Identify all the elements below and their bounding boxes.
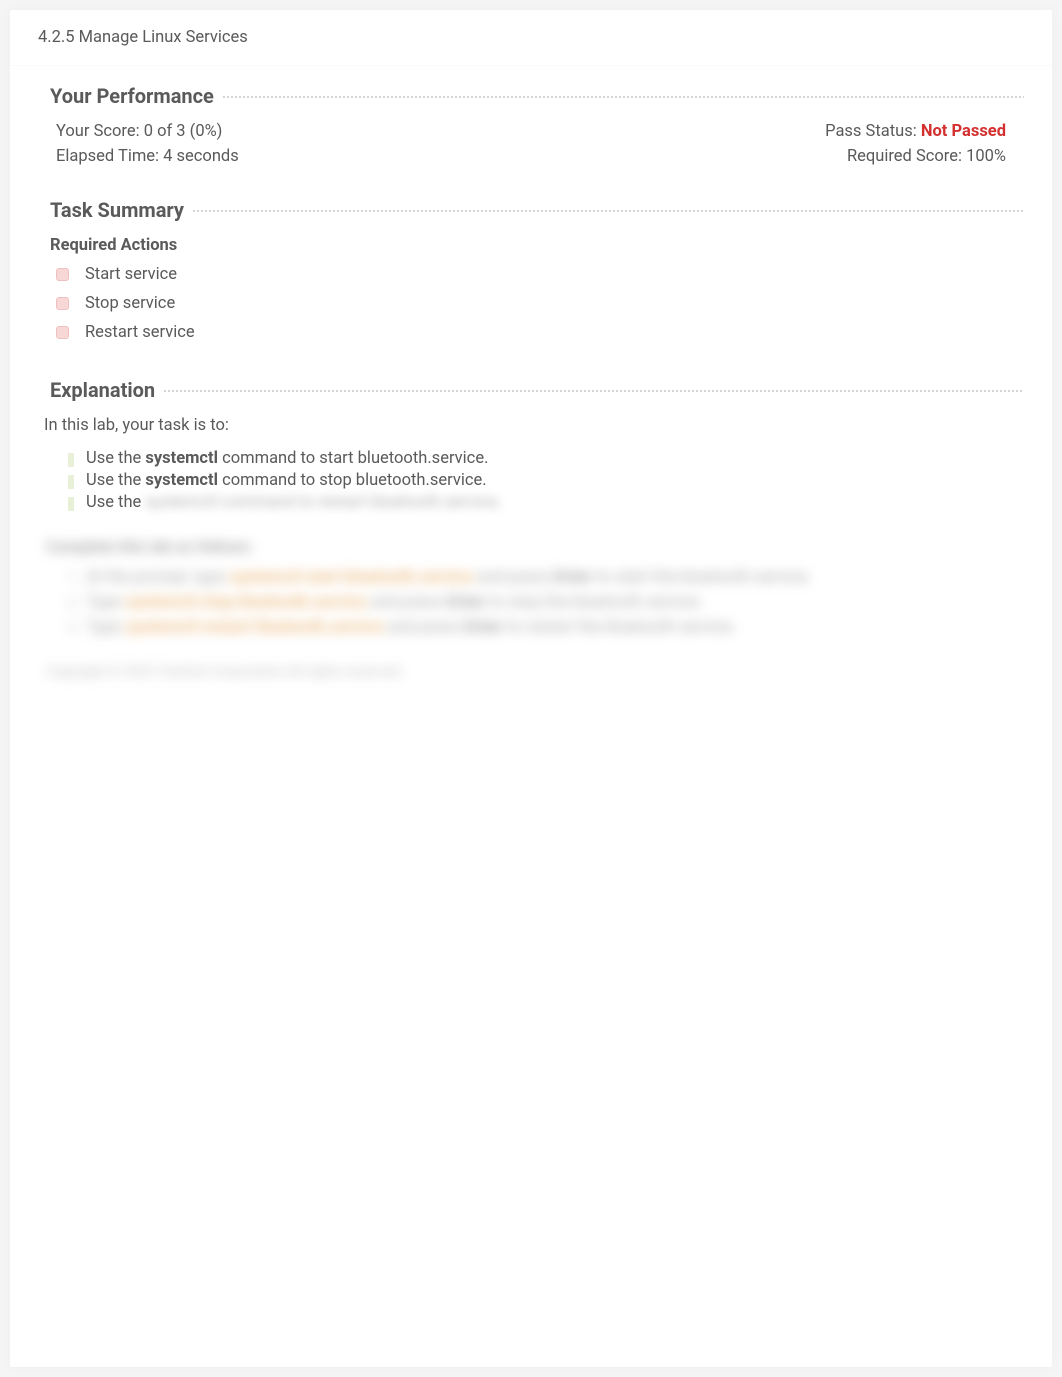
- task-summary-heading: Task Summary: [50, 198, 184, 222]
- required-label: Required Score:: [847, 147, 962, 166]
- section-header: Explanation: [38, 378, 1024, 402]
- blur-step-num: 2.: [68, 593, 86, 615]
- bullet-pre: Use the: [86, 449, 145, 468]
- bullet-bold: systemctl: [145, 449, 218, 468]
- action-item: Start service: [38, 265, 1024, 284]
- action-text: Restart service: [85, 323, 195, 342]
- blur-step-num: 3.: [68, 618, 86, 640]
- bullet-post: command to start bluetooth.service.: [218, 449, 488, 468]
- performance-heading: Your Performance: [50, 84, 214, 108]
- page-title: 4.2.5 Manage Linux Services: [10, 10, 1052, 66]
- pass-status-item: Pass Status: Not Passed: [825, 122, 1006, 141]
- blurred-content: Complete this lab as follows: 1. At the …: [38, 515, 1024, 680]
- bullet-bold: systemctl: [145, 471, 218, 490]
- explanation-intro: In this lab, your task is to:: [38, 416, 1024, 435]
- pass-label: Pass Status:: [825, 122, 917, 141]
- explanation-section: Explanation In this lab, your task is to…: [10, 360, 1052, 688]
- elapsed-item: Elapsed Time: 4 seconds: [56, 147, 239, 166]
- bullet-pre: Use the: [86, 493, 145, 512]
- bullet-post: command to stop bluetooth.service.: [218, 471, 487, 490]
- blur-step-num: 1.: [68, 568, 86, 590]
- required-value: 100%: [966, 147, 1006, 166]
- divider-dots: [222, 95, 1024, 98]
- blur-step-text: At the prompt, type systemctl start blue…: [86, 568, 812, 587]
- bullet-text: Use the systemctl command to stop blueto…: [86, 471, 487, 490]
- explanation-heading: Explanation: [50, 378, 155, 402]
- bullet-item: Use the systemctl command to stop blueto…: [68, 471, 994, 490]
- status-fail-icon: [56, 326, 69, 339]
- bullet-item: Use the systemctl command to restart blu…: [68, 493, 994, 512]
- action-text: Stop service: [85, 294, 175, 313]
- required-score-item: Required Score: 100%: [847, 147, 1006, 166]
- bullet-pre: Use the: [86, 471, 145, 490]
- elapsed-label: Elapsed Time:: [56, 147, 159, 166]
- pass-value: Not Passed: [921, 122, 1006, 141]
- blur-step: 1. At the prompt, type systemctl start b…: [68, 568, 994, 590]
- divider-dots: [192, 209, 1024, 212]
- perf-row-1: Your Score: 0 of 3 (0%) Pass Status: Not…: [38, 122, 1024, 141]
- bullet-text: Use the systemctl command to start bluet…: [86, 449, 488, 468]
- bullet-list: Use the systemctl command to start bluet…: [38, 449, 1024, 512]
- score-item: Your Score: 0 of 3 (0%): [56, 122, 222, 141]
- task-summary-section: Task Summary Required Actions Start serv…: [10, 180, 1052, 360]
- blur-step: 2. Type systemctl stop bluetooth.service…: [68, 593, 994, 615]
- bullet-marker-icon: [68, 453, 74, 467]
- action-item: Restart service: [38, 323, 1024, 342]
- bullet-marker-icon: [68, 475, 74, 489]
- bullet-item: Use the systemctl command to start bluet…: [68, 449, 994, 468]
- section-header: Task Summary: [38, 198, 1024, 222]
- required-actions-label: Required Actions: [38, 236, 1024, 255]
- blur-step-text: Type systemctl stop bluetooth.service an…: [86, 593, 703, 612]
- perf-row-2: Elapsed Time: 4 seconds Required Score: …: [38, 147, 1024, 166]
- score-value: 0 of 3 (0%): [144, 122, 223, 141]
- score-label: Your Score:: [56, 122, 140, 141]
- status-fail-icon: [56, 297, 69, 310]
- section-header: Your Performance: [38, 84, 1024, 108]
- report-page: 4.2.5 Manage Linux Services Your Perform…: [10, 10, 1052, 1367]
- status-fail-icon: [56, 268, 69, 281]
- bullet-text: Use the systemctl command to restart blu…: [86, 493, 502, 512]
- bullet-marker-icon: [68, 497, 74, 511]
- performance-section: Your Performance Your Score: 0 of 3 (0%)…: [10, 66, 1052, 180]
- action-item: Stop service: [38, 294, 1024, 313]
- action-text: Start service: [85, 265, 177, 284]
- elapsed-value: 4 seconds: [163, 147, 239, 166]
- blur-step: 3. Type systemctl restart bluetooth.serv…: [68, 618, 994, 640]
- blur-subheading: Complete this lab as follows:: [46, 537, 994, 556]
- divider-dots: [163, 389, 1024, 392]
- blurred-inline: systemctl command to restart bluetooth.s…: [145, 493, 501, 512]
- blur-copyright: Copyright © 2022 TestOut Corporation All…: [46, 664, 994, 680]
- blur-step-text: Type systemctl restart bluetooth.service…: [86, 618, 736, 637]
